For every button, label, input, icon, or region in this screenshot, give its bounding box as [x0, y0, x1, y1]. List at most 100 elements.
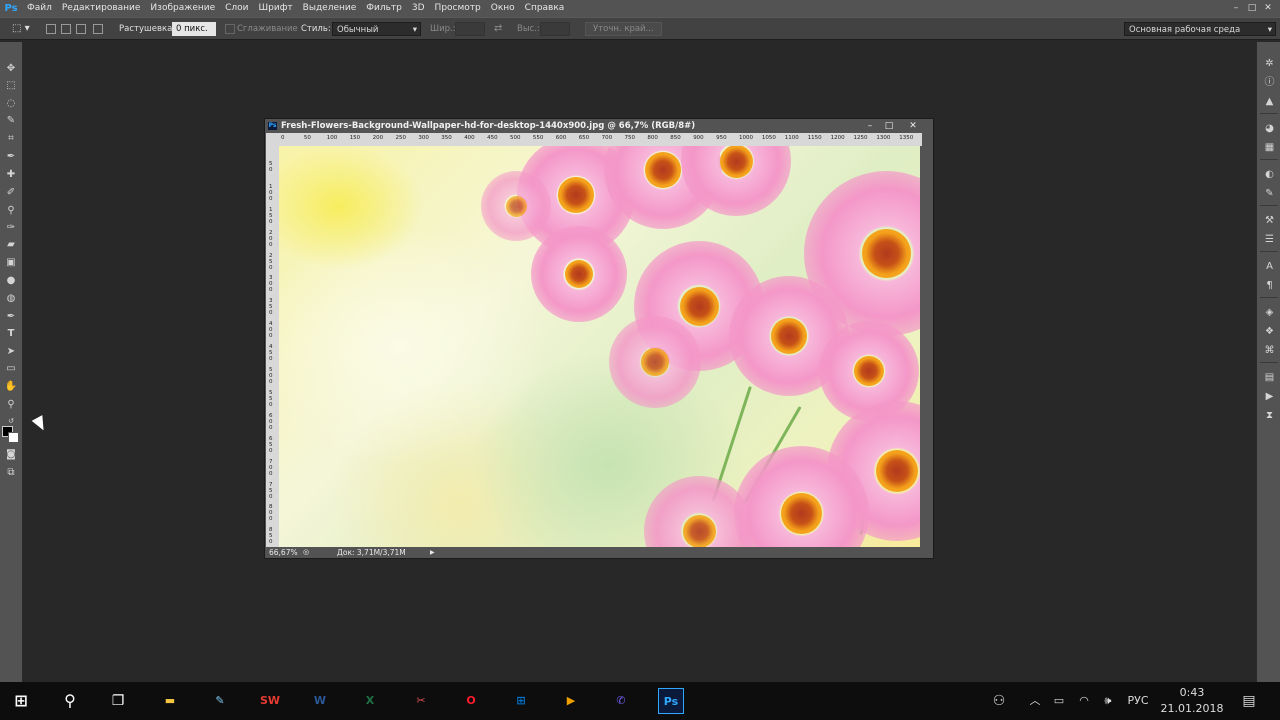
status-menu-arrow-icon[interactable]: ▶: [430, 547, 435, 558]
brush-tool-icon[interactable]: ✐: [3, 186, 19, 200]
task-view-icon[interactable]: ❐: [105, 688, 131, 714]
eyedropper-tool-icon[interactable]: ✒: [3, 150, 19, 164]
menu-filter[interactable]: Фильтр: [361, 0, 407, 17]
taskbar-app-media-icon[interactable]: ▶: [558, 688, 584, 714]
dodge-tool-icon[interactable]: ◍: [3, 292, 19, 306]
document-close-button[interactable]: ✕: [906, 119, 920, 133]
ruler-origin[interactable]: [266, 133, 279, 146]
windows-start-icon[interactable]: ⊞: [8, 688, 34, 714]
menu-edit[interactable]: Редактирование: [57, 0, 146, 17]
menu-file[interactable]: Файл: [22, 0, 57, 17]
swap-icon[interactable]: ⇄: [494, 18, 502, 40]
quick-selection-tool-icon[interactable]: ✎: [3, 114, 19, 128]
wifi-icon[interactable]: ◠: [1074, 682, 1094, 720]
menu-select[interactable]: Выделение: [298, 0, 362, 17]
language-indicator[interactable]: РУС: [1122, 682, 1154, 720]
width-input[interactable]: [455, 22, 485, 36]
taskbar-app-store-icon[interactable]: ⊞: [508, 688, 534, 714]
image-canvas[interactable]: [279, 146, 920, 547]
new-selection-icon[interactable]: [46, 24, 56, 34]
history-brush-tool-icon[interactable]: ✑: [3, 221, 19, 235]
maximize-button[interactable]: □: [1244, 0, 1260, 17]
path-selection-tool-icon[interactable]: ➤: [3, 345, 19, 359]
menu-3d[interactable]: 3D: [407, 0, 430, 17]
info-icon[interactable]: ⓘ: [1263, 77, 1276, 89]
blur-tool-icon[interactable]: ●: [3, 274, 19, 288]
lasso-tool-icon[interactable]: ◌: [3, 97, 19, 111]
background-color-swatch[interactable]: [8, 432, 19, 443]
character-icon[interactable]: A: [1263, 261, 1276, 273]
taskbar-app-file-explorer-icon[interactable]: ▬: [157, 688, 183, 714]
menu-window[interactable]: Окно: [486, 0, 520, 17]
rectangle-tool-icon[interactable]: ▭: [3, 362, 19, 376]
add-selection-icon[interactable]: [61, 24, 71, 34]
close-button[interactable]: ✕: [1260, 0, 1276, 17]
menu-image[interactable]: Изображение: [145, 0, 220, 17]
battery-icon[interactable]: ▭: [1050, 682, 1068, 720]
menu-view[interactable]: Просмотр: [430, 0, 486, 17]
taskbar-app-paint-icon[interactable]: ✎: [207, 688, 233, 714]
horizontal-ruler[interactable]: 0 50 100 150 200 250 300 350 400 450 500 550 600 650 7…: [279, 133, 922, 146]
taskbar-app-scissors-icon[interactable]: ✂: [408, 688, 434, 714]
marquee-tool-icon[interactable]: ⬚: [3, 79, 19, 93]
timeline-icon[interactable]: ⧗: [1263, 410, 1276, 422]
document-maximize-button[interactable]: □: [882, 119, 896, 133]
histogram-icon[interactable]: ▲: [1263, 96, 1276, 108]
vertical-ruler[interactable]: 0501001502002503003504004505005506006507…: [266, 146, 279, 547]
document-title-bar[interactable]: Ps Fresh-Flowers-Background-Wallpaper-hd…: [265, 119, 933, 133]
paths-icon[interactable]: ⌘: [1263, 345, 1276, 357]
layers-icon[interactable]: ◈: [1263, 307, 1276, 319]
hand-tool-icon[interactable]: ✋: [3, 380, 19, 394]
height-input[interactable]: [540, 22, 570, 36]
screen-mode-icon[interactable]: ⧉: [3, 466, 19, 480]
tray-overflow-icon[interactable]: ︿: [1026, 682, 1044, 720]
brush-presets-icon[interactable]: ✎: [1263, 188, 1276, 200]
channels-icon[interactable]: ❖: [1263, 326, 1276, 338]
taskbar-app-viber-icon[interactable]: ✆: [608, 688, 634, 714]
taskbar-app-opera-icon[interactable]: O: [458, 688, 484, 714]
taskbar-app-excel-icon[interactable]: X: [357, 688, 383, 714]
zoom-level[interactable]: 66,67%: [269, 547, 298, 558]
history-icon[interactable]: ▤: [1263, 372, 1276, 384]
quick-mask-icon[interactable]: ◙: [3, 448, 19, 462]
paragraph-icon[interactable]: ¶: [1263, 280, 1276, 292]
crop-tool-icon[interactable]: ⌗: [3, 132, 19, 146]
document-minimize-button[interactable]: –: [863, 119, 877, 133]
type-tool-icon[interactable]: T: [3, 327, 19, 341]
marquee-tool-preset-icon[interactable]: ⬚ ▾: [12, 18, 30, 40]
menu-layers[interactable]: Слои: [220, 0, 253, 17]
styles-icon[interactable]: ◐: [1263, 169, 1276, 181]
clone-stamp-tool-icon[interactable]: ⚲: [3, 204, 19, 218]
people-icon[interactable]: ⚇: [986, 682, 1012, 720]
style-select[interactable]: Обычный ▾: [332, 22, 421, 36]
minimize-button[interactable]: –: [1228, 0, 1244, 17]
color-icon[interactable]: ◕: [1263, 123, 1276, 135]
zoom-options-icon[interactable]: ◎: [303, 548, 309, 557]
taskbar-app-word-icon[interactable]: W: [307, 688, 333, 714]
eraser-tool-icon[interactable]: ▰: [3, 238, 19, 252]
healing-brush-tool-icon[interactable]: ✚: [3, 168, 19, 182]
antialias-checkbox[interactable]: [225, 24, 235, 34]
intersect-selection-icon[interactable]: [93, 24, 103, 34]
actions-icon[interactable]: ▶: [1263, 391, 1276, 403]
subtract-selection-icon[interactable]: [76, 24, 86, 34]
menu-help[interactable]: Справка: [520, 0, 570, 17]
zoom-tool-icon[interactable]: ⚲: [3, 398, 19, 412]
tool-presets-icon[interactable]: ⚒: [1263, 215, 1276, 227]
adjustments-icon[interactable]: ✲: [1263, 58, 1276, 70]
workspace-select[interactable]: Основная рабочая среда ▾: [1124, 22, 1276, 36]
clock[interactable]: 0:43 21.01.2018: [1158, 685, 1226, 717]
refine-edge-button[interactable]: Уточн. край...: [585, 22, 662, 36]
move-tool-icon[interactable]: ✥: [3, 62, 19, 76]
gradient-tool-icon[interactable]: ▣: [3, 256, 19, 270]
pen-tool-icon[interactable]: ✒: [3, 310, 19, 324]
properties-icon[interactable]: ☰: [1263, 234, 1276, 246]
swatches-icon[interactable]: ▦: [1263, 142, 1276, 154]
taskbar-app-swift-icon[interactable]: SW: [257, 688, 283, 714]
menu-type[interactable]: Шрифт: [254, 0, 298, 17]
taskbar-app-photoshop-icon[interactable]: Ps: [658, 688, 684, 714]
volume-icon[interactable]: 🕪: [1097, 682, 1119, 720]
action-center-icon[interactable]: ▤: [1236, 682, 1262, 720]
search-icon[interactable]: ⚲: [57, 688, 83, 714]
feather-input[interactable]: 0 пикс.: [172, 22, 216, 36]
